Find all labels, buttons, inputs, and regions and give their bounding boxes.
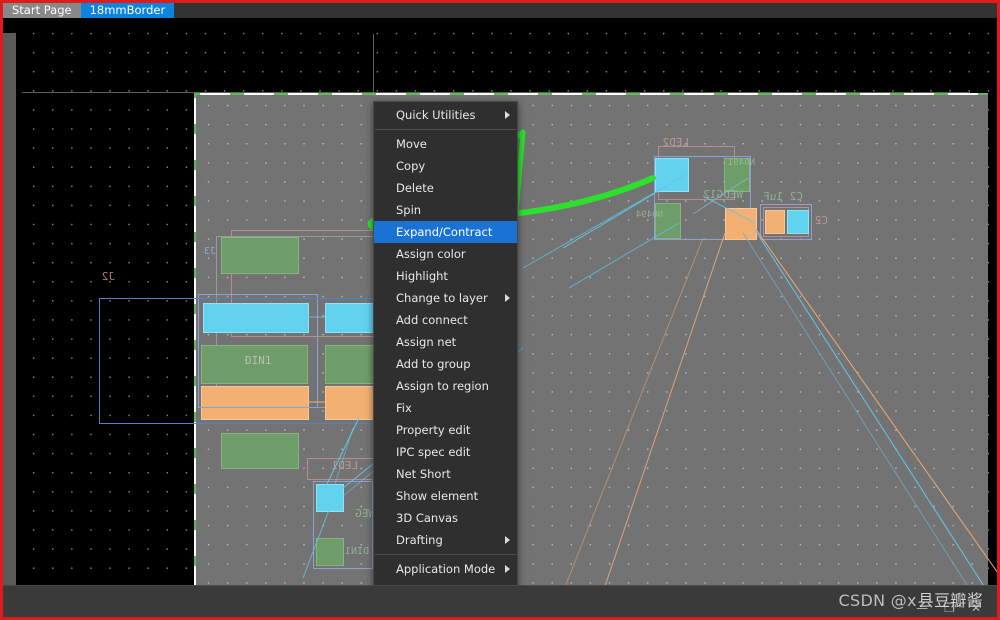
menu-item-application-mode-label: Application Mode <box>396 562 496 576</box>
menu-item-move-label: Move <box>396 137 427 151</box>
menu-item-assign-net[interactable]: Assign net <box>374 331 517 353</box>
menu-item-net-short-label: Net Short <box>396 467 451 481</box>
pad-cyan-r1[interactable] <box>655 158 689 192</box>
pad-green-r2[interactable] <box>655 203 681 239</box>
tab-start-page-label: Start Page <box>12 2 72 17</box>
silk-label-c2-1uf: C2 1uF <box>763 190 803 203</box>
canvas-left-rail <box>3 33 16 592</box>
menu-item-property-edit-label: Property edit <box>396 423 471 437</box>
pcb-layout-canvas[interactable]: LED2 WEDG12 N0491 N0494 C2 1uF C2 LED1 W… <box>3 18 997 592</box>
menu-item-3d-canvas[interactable]: 3D Canvas <box>374 507 517 529</box>
menu-item-move[interactable]: Move <box>374 133 517 155</box>
menu-item-highlight-label: Highlight <box>396 269 448 283</box>
silk-label-wedg12: WEDG12 <box>703 188 743 201</box>
board-edge-top <box>194 93 988 95</box>
chevron-right-icon <box>505 294 510 302</box>
menu-item-net-short[interactable]: Net Short <box>374 463 517 485</box>
menu-item-assign-color-label: Assign color <box>396 247 466 261</box>
silk-label-led1: LED1 <box>331 459 359 472</box>
document-tab-bar: Start Page 18mmBorder <box>3 3 997 18</box>
menu-item-spin[interactable]: Spin <box>374 199 517 221</box>
menu-item-fix-label: Fix <box>396 401 412 415</box>
tab-18mmborder-label: 18mmBorder <box>89 2 166 17</box>
menu-item-drafting[interactable]: Drafting <box>374 529 517 551</box>
menu-item-highlight[interactable]: Highlight <box>374 265 517 287</box>
menu-item-expand-contract[interactable]: Expand/Contract <box>374 221 517 243</box>
menu-item-show-element[interactable]: Show element <box>374 485 517 507</box>
menu-item-3d-canvas-label: 3D Canvas <box>396 511 459 525</box>
menu-item-add-connect-label: Add connect <box>396 313 468 327</box>
menu-item-add-to-group-label: Add to group <box>396 357 471 371</box>
menu-item-ipc-spec-edit[interactable]: IPC spec edit <box>374 441 517 463</box>
menu-item-assign-to-region-label: Assign to region <box>396 379 489 393</box>
menu-item-quick-utilities[interactable]: Quick Utilities <box>374 104 517 126</box>
menu-item-application-mode[interactable]: Application Mode <box>374 558 517 580</box>
menu-item-delete-label: Delete <box>396 181 434 195</box>
chevron-right-icon <box>505 536 510 544</box>
tab-start-page[interactable]: Start Page <box>3 3 81 18</box>
menu-item-fix[interactable]: Fix <box>374 397 517 419</box>
silk-label-c2: C2 <box>814 214 828 227</box>
application-window: Start Page 18mmBorder LED2 WEDG12 N0491 … <box>0 0 1000 620</box>
menu-item-expand-contract-label: Expand/Contract <box>396 225 493 239</box>
menu-item-quick-utilities-label: Quick Utilities <box>396 108 476 122</box>
menu-item-change-to-layer[interactable]: Change to layer <box>374 287 517 309</box>
silk-label-j2: J2 <box>101 270 115 283</box>
watermark-prefix: CSDN @x <box>838 591 917 610</box>
pad-green-l5[interactable] <box>316 538 344 566</box>
menu-separator-2 <box>375 554 516 555</box>
menu-item-ipc-spec-edit-label: IPC spec edit <box>396 445 471 459</box>
silk-label-n0491: N0491 <box>727 158 755 168</box>
menu-item-copy-label: Copy <box>396 159 426 173</box>
chevron-right-icon <box>505 111 510 119</box>
menu-item-delete[interactable]: Delete <box>374 177 517 199</box>
pad-green-l4[interactable] <box>221 433 299 469</box>
pad-green-l1[interactable] <box>221 237 299 274</box>
menu-item-assign-net-label: Assign net <box>396 335 457 349</box>
canvas-guide-line-vertical <box>373 34 374 93</box>
selection-rectangle[interactable] <box>99 298 390 424</box>
menu-item-change-to-layer-label: Change to layer <box>396 291 488 305</box>
silk-label-n0494: N0494 <box>635 210 663 220</box>
silk-label-led2: LED2 <box>662 136 690 149</box>
menu-item-show-element-label: Show element <box>396 489 479 503</box>
menu-item-property-edit[interactable]: Property edit <box>374 419 517 441</box>
pad-cyan-r2[interactable] <box>787 210 809 234</box>
menu-item-assign-to-region[interactable]: Assign to region <box>374 375 517 397</box>
menu-item-drafting-label: Drafting <box>396 533 443 547</box>
watermark-chinese: 县豆瓣酱 <box>917 591 983 610</box>
pcb-context-menu[interactable]: Quick Utilities Move Copy Delete Spin Ex… <box>373 101 518 592</box>
pad-orange-r1[interactable] <box>725 208 757 240</box>
status-bar: — ❐ ✕ CSDN @x 县豆瓣酱 <box>3 585 997 617</box>
menu-separator-1 <box>375 129 516 130</box>
pad-orange-r2[interactable] <box>765 210 785 234</box>
menu-item-add-to-group[interactable]: Add to group <box>374 353 517 375</box>
chevron-right-icon <box>505 565 510 573</box>
pad-cyan-l3[interactable] <box>316 484 344 512</box>
menu-item-assign-color[interactable]: Assign color <box>374 243 517 265</box>
silk-label-din1-b: DIN1 <box>344 546 369 557</box>
csdn-watermark: CSDN @x 县豆瓣酱 <box>839 587 983 611</box>
tab-18mmborder[interactable]: 18mmBorder <box>80 2 175 18</box>
menu-item-copy[interactable]: Copy <box>374 155 517 177</box>
menu-item-add-connect[interactable]: Add connect <box>374 309 517 331</box>
silk-label-j3: J3 <box>203 246 216 257</box>
menu-item-spin-label: Spin <box>396 203 422 217</box>
